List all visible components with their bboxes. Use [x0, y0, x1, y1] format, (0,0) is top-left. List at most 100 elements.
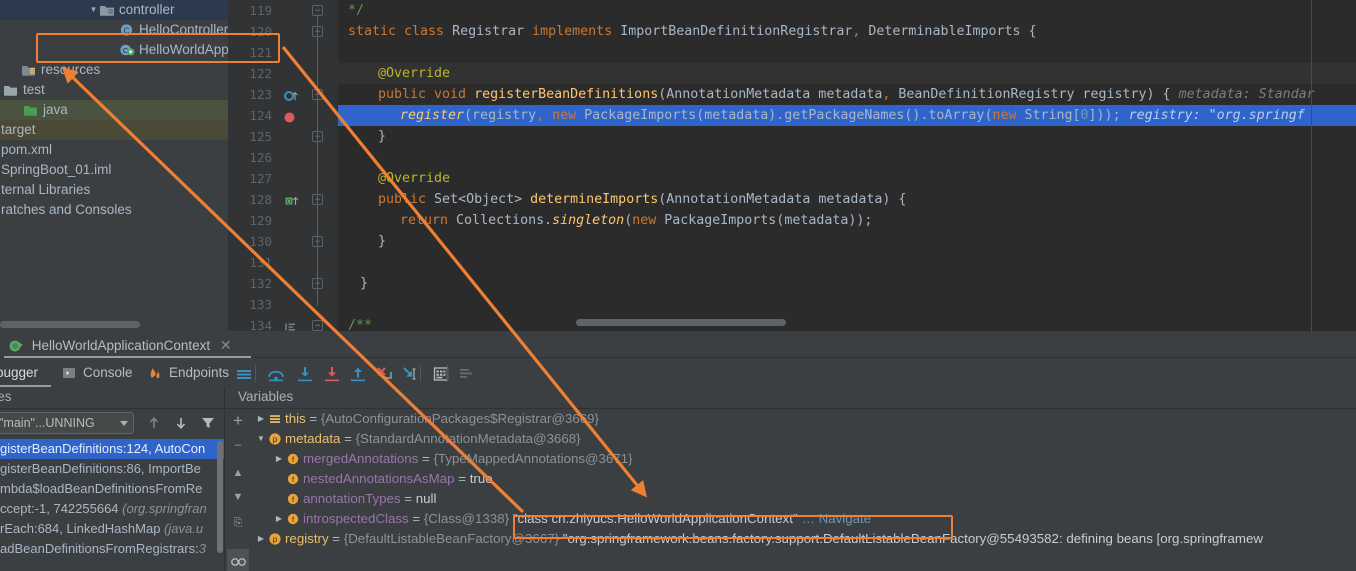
- run-to-cursor-button[interactable]: [400, 364, 420, 384]
- tree-item-ternal-libraries[interactable]: ternal Libraries: [0, 180, 228, 200]
- navigate-link[interactable]: … Navigate: [802, 511, 871, 526]
- step-out-button[interactable]: [348, 364, 368, 384]
- variables-side-toolbar: + – ▲ ▼ ⎘: [226, 409, 250, 571]
- tree-item-java[interactable]: java: [0, 100, 228, 120]
- chevron-right-icon[interactable]: ▶: [254, 529, 268, 549]
- tree-item-hellocontroller[interactable]: C HelloController: [0, 20, 228, 40]
- code-line[interactable]: @Override: [338, 63, 1356, 84]
- panel-splitter[interactable]: [224, 387, 225, 571]
- frames-down-button[interactable]: [172, 414, 190, 432]
- code-fold-toggle[interactable]: −: [312, 320, 323, 331]
- frame-row-package: (org.springfran: [122, 501, 207, 516]
- code-line[interactable]: return Collections.singleton(new Package…: [338, 210, 1356, 231]
- doc-marker-icon[interactable]: [284, 320, 298, 331]
- code-line-text: public Set<Object> determineImports(Anno…: [378, 192, 907, 207]
- step-into-button[interactable]: [295, 364, 315, 384]
- frame-row[interactable]: rEach:684, LinkedHashMap (java.u: [0, 519, 224, 539]
- line-number: 123: [249, 87, 272, 102]
- tree-item-pom-xml[interactable]: pom.xml: [0, 140, 228, 160]
- close-icon[interactable]: ✕: [220, 337, 232, 353]
- tree-item-springboot-01-iml[interactable]: SpringBoot_01.iml: [0, 160, 228, 180]
- variables-panel-header: Variables: [238, 389, 294, 404]
- variable-name: introspectedClass: [303, 511, 409, 526]
- editor-horizontal-scrollbar[interactable]: [576, 319, 786, 326]
- chevron-right-icon[interactable]: ▶: [254, 409, 268, 429]
- project-tree-horizontal-scrollbar[interactable]: [0, 321, 140, 328]
- remove-watch-button[interactable]: –: [229, 436, 247, 454]
- tab-endpoints[interactable]: Endpoints: [148, 359, 229, 387]
- frames-list[interactable]: gisterBeanDefinitions:124, AutoCon gister…: [0, 439, 224, 571]
- variable-value: "org.springframework.beans.factory.suppo…: [559, 531, 1263, 546]
- code-line[interactable]: [338, 147, 1356, 168]
- variable-row[interactable]: ▶ f mergedAnnotations = {TypeMappedAnnotat…: [250, 449, 1356, 469]
- step-over-button[interactable]: [266, 364, 286, 384]
- code-line[interactable]: @Override: [338, 168, 1356, 189]
- frames-up-button[interactable]: [145, 414, 163, 432]
- frame-row[interactable]: mbda$loadBeanDefinitionsFromRe: [0, 479, 224, 499]
- show-execution-point-button[interactable]: [234, 364, 254, 384]
- code-line[interactable]: }: [338, 273, 1356, 294]
- tree-item-target[interactable]: target: [0, 120, 228, 140]
- tree-item-helloworldapplicationcontext[interactable]: C HelloWorldApplicationContext: [0, 40, 228, 60]
- editor-code-area[interactable]: */ static class Registrar implements Impo…: [338, 0, 1356, 331]
- code-line[interactable]: [338, 252, 1356, 273]
- tree-item-label: java: [43, 102, 68, 118]
- chevron-right-icon[interactable]: ▶: [272, 449, 286, 469]
- tree-item-controller[interactable]: ▼ controller: [0, 0, 228, 20]
- watches-toggle-button[interactable]: [227, 549, 249, 571]
- breakpoint-disabled-icon[interactable]: [284, 89, 302, 107]
- code-line[interactable]: }: [338, 126, 1356, 147]
- chevron-down-icon[interactable]: ▼: [254, 429, 268, 449]
- variable-row[interactable]: ▶ p registry = {DefaultListableBeanFactory…: [250, 529, 1356, 549]
- code-line[interactable]: public Set<Object> determineImports(Anno…: [338, 189, 1356, 210]
- code-line-text: }: [378, 129, 387, 144]
- variables-tree[interactable]: ▶ this = {AutoConfigurationPackages$Regis…: [250, 409, 1356, 571]
- mute-breakpoints-button[interactable]: [456, 364, 476, 384]
- frames-panel-header: mes: [0, 389, 12, 404]
- code-line[interactable]: }: [338, 231, 1356, 252]
- tab-debugger[interactable]: bugger: [0, 359, 38, 387]
- tree-item-ratches-and-consoles[interactable]: ratches and Consoles: [0, 200, 228, 220]
- thread-selector[interactable]: "main"...UNNING: [0, 412, 134, 434]
- code-line[interactable]: */: [338, 0, 1356, 21]
- tree-item-resources[interactable]: resources: [0, 60, 228, 80]
- code-line[interactable]: static class Registrar implements Import…: [338, 21, 1356, 42]
- variable-row[interactable]: ▼ p metadata = {StandardAnnotationMetadata…: [250, 429, 1356, 449]
- frames-panel[interactable]: "main"...UNNING gisterBeanDefinitions:12…: [0, 409, 224, 571]
- move-watch-down-button[interactable]: ▼: [229, 488, 247, 506]
- implemented-method-icon[interactable]: O: [284, 194, 302, 212]
- svg-text:p: p: [273, 535, 278, 544]
- move-watch-up-button[interactable]: ▲: [229, 464, 247, 482]
- frames-vertical-scrollbar[interactable]: [217, 441, 223, 553]
- code-line[interactable]: [338, 294, 1356, 315]
- code-line[interactable]: register(registry, new PackageImports(me…: [338, 105, 1356, 126]
- add-watch-button[interactable]: +: [229, 412, 247, 430]
- variable-row[interactable]: f annotationTypes = null: [250, 489, 1356, 509]
- project-tree-panel[interactable]: ▼ controller C HelloController C HelloWorldAp…: [0, 0, 228, 331]
- code-line[interactable]: [338, 42, 1356, 63]
- chevron-down-icon[interactable]: ▼: [88, 0, 99, 20]
- code-fold-toggle[interactable]: −: [312, 5, 323, 16]
- force-step-into-button[interactable]: [322, 364, 342, 384]
- frame-row[interactable]: gisterBeanDefinitions:124, AutoCon: [0, 439, 224, 459]
- frame-row[interactable]: gisterBeanDefinitions:86, ImportBe: [0, 459, 224, 479]
- code-line[interactable]: /**: [338, 315, 1356, 331]
- editor-gutter[interactable]: 119−120−121122123−124125−126127128O−1291…: [228, 0, 338, 331]
- variable-row[interactable]: f nestedAnnotationsAsMap = true: [250, 469, 1356, 489]
- variable-row[interactable]: ▶ f introspectedClass = {Class@1338} "clas…: [250, 509, 1356, 529]
- drop-frame-button[interactable]: [374, 364, 394, 384]
- code-editor[interactable]: 119−120−121122123−124125−126127128O−1291…: [228, 0, 1356, 331]
- variable-row[interactable]: ▶ this = {AutoConfigurationPackages$Regis…: [250, 409, 1356, 429]
- chevron-right-icon[interactable]: ▶: [272, 509, 286, 529]
- run-tab[interactable]: HelloWorldApplicationContext ✕: [8, 334, 232, 357]
- evaluate-expression-button[interactable]: [431, 364, 451, 384]
- frame-row[interactable]: adBeanDefinitionsFromRegistrars:3: [0, 539, 224, 559]
- tab-console[interactable]: Console: [62, 359, 133, 387]
- code-line[interactable]: public void registerBeanDefinitions(Anno…: [338, 84, 1356, 105]
- frame-row[interactable]: ccept:-1, 742255664 (org.springfran: [0, 499, 224, 519]
- breakpoint-icon[interactable]: [284, 110, 295, 128]
- copy-value-button[interactable]: ⎘: [229, 514, 247, 532]
- frames-filter-button[interactable]: [199, 414, 217, 432]
- tree-item-test[interactable]: test: [0, 80, 228, 100]
